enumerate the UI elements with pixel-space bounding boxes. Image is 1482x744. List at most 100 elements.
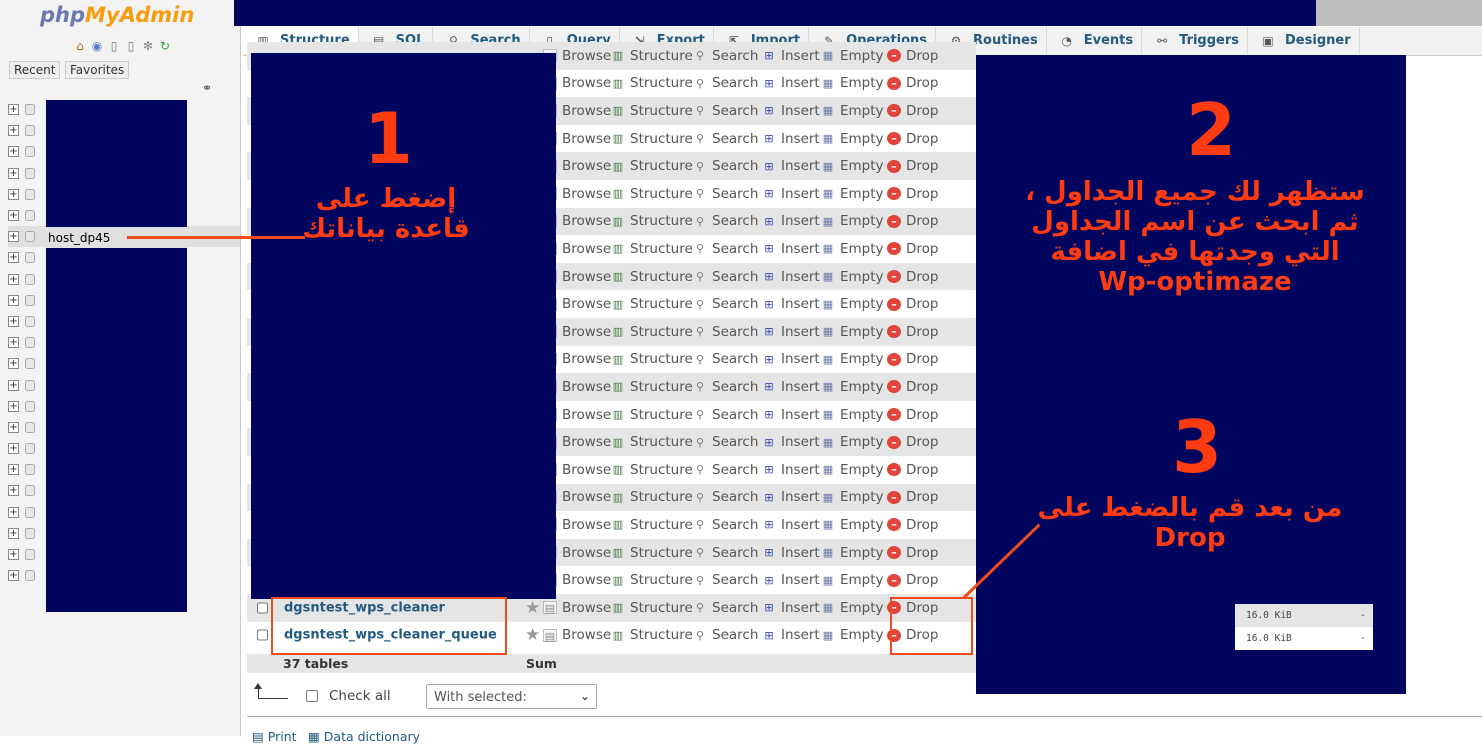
drop-action[interactable]: – Drop	[887, 462, 938, 478]
sql-docs-icon[interactable]: ▯	[124, 39, 138, 53]
search-action[interactable]: ⚲ Search	[693, 489, 758, 505]
search-action[interactable]: ⚲ Search	[693, 600, 758, 616]
structure-action[interactable]: ▥ Structure	[611, 434, 693, 450]
structure-action[interactable]: ▥ Structure	[611, 296, 693, 312]
expand-icon[interactable]: +	[8, 104, 19, 116]
search-action[interactable]: ⚲ Search	[693, 75, 758, 91]
expand-icon[interactable]: +	[8, 549, 19, 561]
empty-action[interactable]: ▦ Empty	[821, 407, 884, 423]
expand-icon[interactable]: +	[8, 146, 19, 158]
structure-action[interactable]: ▥ Structure	[611, 407, 693, 423]
empty-action[interactable]: ▦ Empty	[821, 269, 884, 285]
structure-action[interactable]: ▥ Structure	[611, 572, 693, 588]
insert-action[interactable]: ⊞ Insert	[762, 434, 819, 450]
empty-action[interactable]: ▦ Empty	[821, 296, 884, 312]
insert-action[interactable]: ⊞ Insert	[762, 131, 819, 147]
empty-action[interactable]: ▦ Empty	[821, 158, 884, 174]
insert-action[interactable]: ⊞ Insert	[762, 517, 819, 533]
search-action[interactable]: ⚲ Search	[693, 296, 758, 312]
structure-action[interactable]: ▥ Structure	[611, 269, 693, 285]
expand-icon[interactable]: +	[8, 379, 19, 391]
tab-triggers[interactable]: ⚯ Triggers	[1142, 27, 1249, 54]
insert-action[interactable]: ⊞ Insert	[762, 572, 819, 588]
drop-action[interactable]: – Drop	[887, 241, 938, 257]
drop-action[interactable]: – Drop	[887, 324, 938, 340]
expand-icon[interactable]: +	[8, 273, 19, 285]
home-icon[interactable]: ⌂	[73, 39, 87, 53]
search-action[interactable]: ⚲ Search	[693, 103, 758, 119]
search-action[interactable]: ⚲ Search	[693, 158, 758, 174]
insert-action[interactable]: ⊞ Insert	[762, 269, 819, 285]
empty-action[interactable]: ▦ Empty	[821, 351, 884, 367]
expand-icon[interactable]: +	[8, 570, 19, 582]
documentation-icon[interactable]: ▯	[107, 39, 121, 53]
insert-action[interactable]: ⊞ Insert	[762, 600, 819, 616]
selected-database-name[interactable]: host_dp45	[48, 231, 110, 245]
structure-action[interactable]: ▥ Structure	[611, 517, 693, 533]
search-action[interactable]: ⚲ Search	[693, 241, 758, 257]
empty-action[interactable]: ▦ Empty	[821, 379, 884, 395]
structure-action[interactable]: ▥ Structure	[611, 489, 693, 505]
insert-action[interactable]: ⊞ Insert	[762, 241, 819, 257]
structure-action[interactable]: ▥ Structure	[611, 241, 693, 257]
drop-action[interactable]: – Drop	[887, 489, 938, 505]
gear-icon[interactable]: ✻	[141, 39, 155, 53]
empty-action[interactable]: ▦ Empty	[821, 75, 884, 91]
phpmyadmin-logo[interactable]: phpMyAdmin	[40, 3, 194, 27]
expand-icon[interactable]: +	[8, 358, 19, 370]
with-selected-dropdown[interactable]: With selected: ⌄	[426, 684, 597, 709]
empty-action[interactable]: ▦ Empty	[821, 489, 884, 505]
empty-action[interactable]: ▦ Empty	[821, 572, 884, 588]
search-action[interactable]: ⚲ Search	[693, 379, 758, 395]
structure-action[interactable]: ▥ Structure	[611, 48, 693, 64]
favorite-star-icon[interactable]: ★	[525, 598, 540, 618]
search-action[interactable]: ⚲ Search	[693, 131, 758, 147]
empty-action[interactable]: ▦ Empty	[821, 462, 884, 478]
link-icon[interactable]: ⚭	[202, 81, 212, 95]
search-action[interactable]: ⚲ Search	[693, 545, 758, 561]
check-all-label[interactable]: Check all	[329, 688, 391, 704]
empty-action[interactable]: ▦ Empty	[821, 517, 884, 533]
tab-designer[interactable]: ▣ Designer	[1248, 27, 1360, 54]
reload-icon[interactable]: ↻	[158, 39, 172, 53]
expand-icon[interactable]: +	[8, 527, 19, 539]
structure-action[interactable]: ▥ Structure	[611, 158, 693, 174]
search-action[interactable]: ⚲ Search	[693, 407, 758, 423]
drop-action[interactable]: – Drop	[887, 213, 938, 229]
expand-icon[interactable]: +	[8, 252, 19, 264]
structure-action[interactable]: ▥ Structure	[611, 379, 693, 395]
expand-icon[interactable]: +	[8, 315, 19, 327]
insert-action[interactable]: ⊞ Insert	[762, 48, 819, 64]
expand-icon[interactable]: +	[8, 400, 19, 412]
data-dictionary-link[interactable]: ▦ Data dictionary	[308, 729, 420, 744]
search-action[interactable]: ⚲ Search	[693, 517, 758, 533]
search-action[interactable]: ⚲ Search	[693, 627, 758, 643]
insert-action[interactable]: ⊞ Insert	[762, 75, 819, 91]
insert-action[interactable]: ⊞ Insert	[762, 103, 819, 119]
expand-icon[interactable]: +	[8, 485, 19, 497]
empty-action[interactable]: ▦ Empty	[821, 545, 884, 561]
recent-button[interactable]: Recent	[9, 61, 61, 79]
expand-icon[interactable]: +	[8, 125, 19, 137]
expand-icon[interactable]: +	[8, 188, 19, 200]
structure-action[interactable]: ▥ Structure	[611, 131, 693, 147]
empty-action[interactable]: ▦ Empty	[821, 241, 884, 257]
insert-action[interactable]: ⊞ Insert	[762, 324, 819, 340]
insert-action[interactable]: ⊞ Insert	[762, 186, 819, 202]
empty-action[interactable]: ▦ Empty	[821, 627, 884, 643]
check-all-checkbox[interactable]	[306, 690, 318, 702]
insert-action[interactable]: ⊞ Insert	[762, 213, 819, 229]
insert-action[interactable]: ⊞ Insert	[762, 351, 819, 367]
search-action[interactable]: ⚲ Search	[693, 48, 758, 64]
drop-action[interactable]: – Drop	[887, 407, 938, 423]
drop-action[interactable]: – Drop	[887, 269, 938, 285]
structure-action[interactable]: ▥ Structure	[611, 462, 693, 478]
expand-icon[interactable]: +	[8, 506, 19, 518]
structure-action[interactable]: ▥ Structure	[611, 103, 693, 119]
drop-action[interactable]: – Drop	[887, 545, 938, 561]
empty-action[interactable]: ▦ Empty	[821, 48, 884, 64]
expand-icon[interactable]: +	[8, 443, 19, 455]
insert-action[interactable]: ⊞ Insert	[762, 407, 819, 423]
drop-action[interactable]: – Drop	[887, 351, 938, 367]
drop-action[interactable]: – Drop	[887, 75, 938, 91]
